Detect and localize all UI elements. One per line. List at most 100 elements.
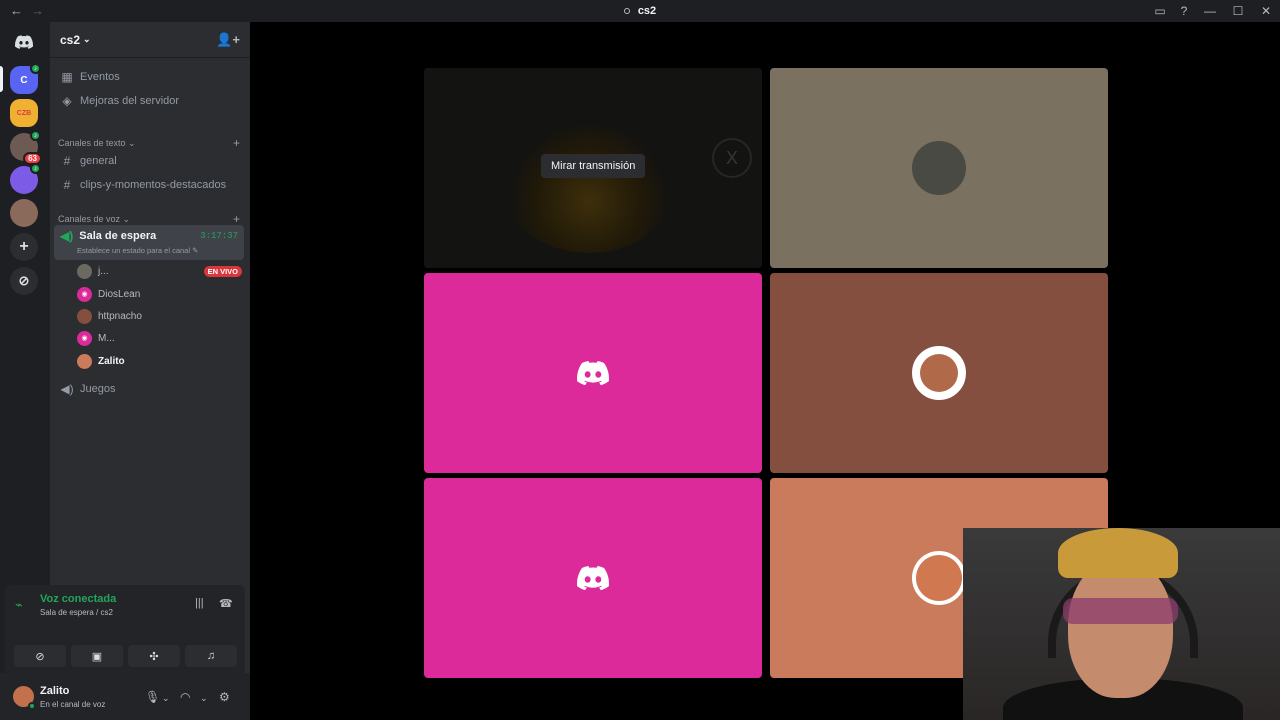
speaker-icon: ◀) — [60, 382, 74, 396]
avatar: ◉ — [77, 330, 92, 346]
member-m[interactable]: ◉ M... — [77, 328, 242, 348]
invite-user-icon[interactable]: 👤+ — [216, 32, 240, 48]
voice-badge-icon: ♪ — [30, 163, 41, 174]
discord-logo-icon — [577, 566, 609, 590]
voice-channel-sala[interactable]: ◀) Sala de espera 3:17:37 Establece un es… — [54, 225, 244, 260]
pencil-icon: ✎ — [192, 246, 199, 255]
channel-status-text: Establece un estado para el canal — [77, 246, 190, 255]
channel-label: Juegos — [80, 383, 116, 395]
discover-compass-icon[interactable]: ⊘ — [10, 267, 38, 295]
participant-tile[interactable] — [770, 68, 1108, 268]
participant-tile[interactable] — [424, 478, 762, 678]
participant-tile[interactable] — [770, 273, 1108, 473]
server-icon-3[interactable]: ♪ 63 — [10, 130, 42, 165]
mic-chevron-icon[interactable]: ⌄ — [162, 693, 170, 704]
settings-gear-icon[interactable]: ⚙ — [219, 690, 230, 704]
member-httpnacho[interactable]: httpnacho — [77, 306, 242, 326]
member-name: DiosLean — [98, 288, 141, 300]
server-header[interactable]: cs2 ⌄ 👤+ — [50, 22, 250, 58]
camera-off-button[interactable]: ⊘ — [14, 645, 66, 667]
avatar — [77, 308, 92, 324]
text-category-label: Canales de texto — [58, 138, 126, 148]
stream-tile[interactable]: X Mirar transmisión — [424, 68, 762, 268]
chevron-down-icon: ⌄ — [83, 34, 91, 44]
minimize-icon[interactable]: — — [1196, 0, 1224, 22]
soundboard-button[interactable]: ♫ — [185, 645, 237, 667]
webcam-face — [1068, 558, 1173, 698]
channel-clips[interactable]: # clips-y-momentos-destacados — [58, 174, 242, 196]
microphone-icon[interactable]: 🎙 — [145, 690, 160, 704]
channel-dot-icon — [623, 8, 630, 15]
add-channel-icon[interactable]: + — [233, 136, 240, 150]
voice-badge-icon: ♪ — [30, 130, 41, 141]
calendar-icon: ▦ — [61, 70, 73, 84]
member-name: j... — [98, 265, 109, 277]
avatar — [912, 346, 966, 400]
participant-tile[interactable] — [424, 273, 762, 473]
headphones-chevron-icon[interactable]: ⌄ — [200, 693, 208, 704]
voice-connected-title[interactable]: Voz conectada — [40, 593, 116, 605]
online-status-icon — [28, 702, 36, 710]
channel-status[interactable]: Establece un estado para el canal ✎ — [77, 246, 198, 255]
voice-channel-juegos[interactable]: ◀) Juegos — [58, 378, 242, 400]
channel-general[interactable]: # general — [58, 150, 242, 172]
member-dioslean[interactable]: ◉ DiosLean — [77, 284, 242, 304]
disconnect-icon[interactable]: ☎ — [219, 597, 233, 610]
discord-home-icon[interactable] — [10, 28, 38, 56]
title-bar: ← → cs2 ▭ ? — ☐ ✕ — [0, 0, 1280, 22]
member-name: httpnacho — [98, 310, 142, 322]
voice-connected-subtitle[interactable]: Sala de espera / cs2 — [40, 608, 113, 617]
hash-icon: # — [63, 178, 71, 192]
add-server-icon[interactable]: + — [10, 233, 38, 261]
avatar — [77, 353, 92, 369]
text-category[interactable]: Canales de texto ⌄ + — [58, 136, 242, 150]
voice-channel-label: Sala de espera — [79, 230, 157, 242]
avatar: ◉ — [77, 286, 92, 302]
voice-connected-panel: ⌁ Voz conectada Sala de espera / cs2 |||… — [5, 585, 245, 673]
signal-icon: ⌁ — [15, 597, 23, 612]
help-icon[interactable]: ? — [1172, 0, 1196, 22]
server-label: C — [20, 74, 28, 86]
events-link[interactable]: ▦ Eventos — [58, 66, 242, 88]
voice-category-label: Canales de voz — [58, 214, 121, 224]
hash-icon: # — [63, 154, 71, 168]
server-name: cs2 — [60, 32, 81, 47]
noise-suppression-icon[interactable]: ||| — [195, 597, 204, 609]
close-icon[interactable]: ✕ — [1252, 0, 1280, 22]
inbox-icon[interactable]: ▭ — [1148, 0, 1172, 22]
boosts-label: Mejoras del servidor — [80, 95, 180, 107]
speaker-icon: ◀) — [60, 229, 74, 243]
avatar — [912, 141, 966, 195]
server-icon-czb[interactable]: CZB — [10, 99, 38, 127]
avatar — [77, 263, 92, 279]
server-boost-link[interactable]: ◈ Mejoras del servidor — [58, 90, 242, 112]
webcam-cap — [1058, 528, 1178, 578]
maximize-icon[interactable]: ☐ — [1224, 0, 1252, 22]
user-panel: Zalito En el canal de voz 🎙 ⌄ ◠ ⌄ ⚙ — [0, 673, 250, 720]
watch-stream-button[interactable]: Mirar transmisión — [541, 154, 646, 178]
selected-pill — [0, 66, 3, 92]
member-zalito[interactable]: Zalito — [77, 351, 242, 371]
channel-label: clips-y-momentos-destacados — [80, 179, 227, 191]
headphones-icon[interactable]: ◠ — [180, 690, 190, 704]
server-label: CZB — [16, 109, 32, 117]
voice-category[interactable]: Canales de voz ⌄ + — [58, 212, 242, 226]
voice-timer: 3:17:37 — [200, 231, 238, 241]
member-j[interactable]: j... EN VIVO — [77, 261, 242, 281]
server-icon-5[interactable] — [10, 199, 38, 227]
server-icon-c[interactable]: C ♪ — [10, 63, 41, 94]
add-channel-icon[interactable]: + — [233, 212, 240, 226]
user-status: En el canal de voz — [40, 700, 106, 709]
activities-button[interactable]: ✣ — [128, 645, 180, 667]
server-icon-4[interactable]: ♪ — [10, 163, 41, 194]
window-title-text: cs2 — [637, 5, 657, 17]
member-name: M... — [98, 332, 115, 344]
avatar — [912, 551, 966, 605]
channel-label: general — [80, 155, 117, 167]
screen-share-button[interactable]: ▣ — [71, 645, 123, 667]
webcam-glasses — [1063, 598, 1178, 624]
discord-logo-icon — [577, 361, 609, 385]
live-badge: EN VIVO — [203, 265, 242, 277]
window-title: cs2 — [0, 5, 1280, 17]
user-name[interactable]: Zalito — [40, 685, 69, 697]
